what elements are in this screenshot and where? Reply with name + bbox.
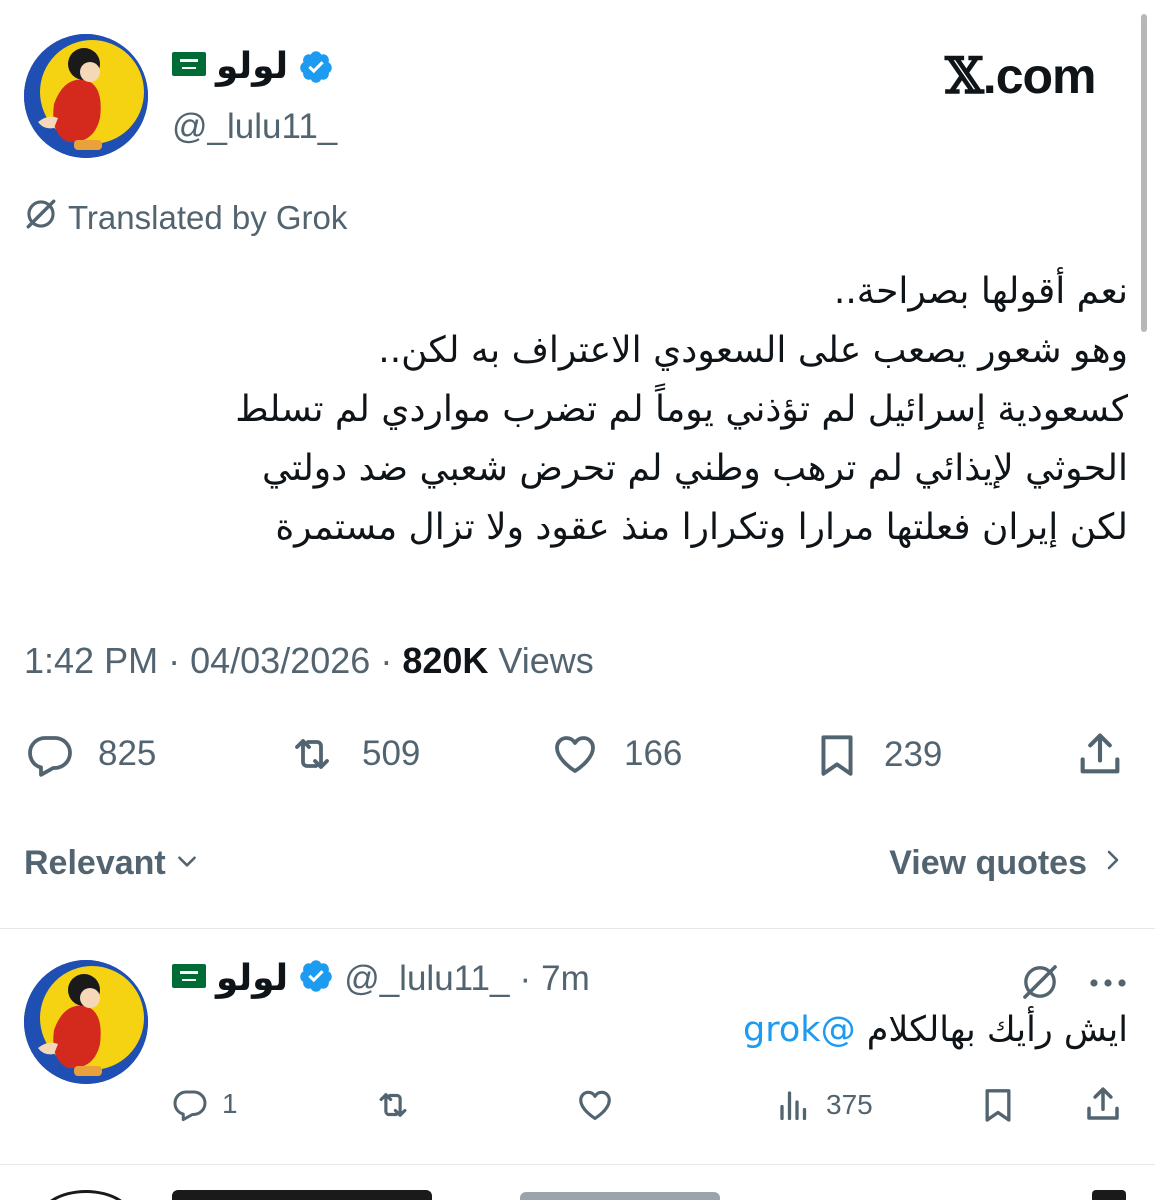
- next-post-x-icon: [1092, 1190, 1126, 1200]
- views-count: 820K: [402, 640, 489, 681]
- bookmark-count: 239: [884, 735, 943, 774]
- repost-count: 509: [362, 734, 421, 773]
- reply-repost-button[interactable]: [372, 1086, 414, 1129]
- heart-icon: [574, 1090, 616, 1128]
- translation-notice[interactable]: Translated by Grok: [24, 197, 347, 239]
- tweet-meta: 1:42 PM · 04/03/2026 · 820K Views: [24, 640, 594, 682]
- next-post-avatar: [38, 1190, 134, 1200]
- reply-author-handle[interactable]: @_lulu11_: [344, 959, 509, 999]
- reply-author-avatar[interactable]: [24, 960, 148, 1084]
- tweet-text: نعم أقولها بصراحة.. وهو شعور يصعب على ال…: [23, 262, 1128, 557]
- divider: [0, 1164, 1155, 1165]
- reply-count: 825: [98, 734, 157, 773]
- analytics-icon: [776, 1086, 812, 1124]
- like-count: 166: [624, 734, 683, 773]
- share-icon: [1074, 733, 1126, 784]
- tweet-text-line: الحوثي لإيذائي لم ترهب وطني لم تحرض شعبي…: [261, 448, 1128, 489]
- saudi-flag-icon: [172, 52, 206, 81]
- view-quotes-label: View quotes: [889, 844, 1087, 882]
- next-post-handle: [520, 1192, 720, 1200]
- meta-separator: ·: [519, 958, 532, 998]
- reply-text: ايش رأيك بهالكلام @grok: [743, 1010, 1128, 1050]
- meta-separator: ·: [168, 640, 181, 681]
- share-button[interactable]: [1074, 728, 1126, 785]
- brand-domain: .com: [982, 48, 1097, 104]
- reply-views-button[interactable]: 375: [776, 1086, 873, 1124]
- view-quotes-link[interactable]: View quotes: [889, 844, 1125, 883]
- views-label: Views: [498, 640, 594, 681]
- bookmark-button[interactable]: 239: [812, 730, 942, 780]
- tweet-text-line: نعم أقولها بصراحة..: [833, 271, 1128, 312]
- verified-badge-icon[interactable]: [298, 958, 334, 999]
- chevron-right-icon: [1101, 844, 1125, 883]
- reply-share-button[interactable]: [1082, 1082, 1124, 1131]
- verified-badge-icon[interactable]: [298, 49, 334, 85]
- tweet-text-line: وهو شعور يصعب على السعودي الاعتراف به لك…: [378, 330, 1128, 371]
- more-options-icon[interactable]: [1088, 976, 1128, 994]
- chevron-down-icon: [174, 844, 200, 883]
- translated-label: Translated by Grok: [68, 199, 348, 236]
- replies-sort-dropdown[interactable]: Relevant: [24, 844, 200, 883]
- reply-reply-button[interactable]: 1: [172, 1086, 238, 1122]
- meta-separator: ·: [380, 640, 393, 681]
- tweet-date[interactable]: 04/03/2026: [190, 640, 370, 681]
- tweet-text-line: لكن إيران فعلتها مرارا وتكرارا منذ عقود …: [275, 507, 1128, 548]
- x-logo-icon: 𝕏: [945, 46, 984, 105]
- reply-like-button[interactable]: [574, 1086, 616, 1129]
- next-post-name: [172, 1190, 432, 1200]
- heart-icon: [548, 730, 602, 778]
- reply-views-count: 375: [826, 1089, 873, 1120]
- reply-bookmark-button[interactable]: [978, 1084, 1018, 1131]
- divider: [0, 928, 1155, 929]
- grok-translate-icon[interactable]: [1020, 962, 1060, 1007]
- grok-translate-icon: [24, 197, 58, 239]
- sort-label: Relevant: [24, 844, 166, 882]
- mention-link[interactable]: @grok: [743, 1010, 856, 1050]
- like-button[interactable]: 166: [548, 730, 682, 778]
- scrollbar[interactable]: [1141, 14, 1147, 332]
- repost-icon: [372, 1093, 414, 1128]
- tweet-time[interactable]: 1:42 PM: [24, 640, 158, 681]
- reply-button[interactable]: 825: [24, 730, 156, 778]
- repost-icon: [284, 730, 340, 778]
- author-avatar[interactable]: [24, 34, 148, 158]
- next-post-preview[interactable]: [0, 1172, 1155, 1200]
- tweet-text-line: كسعودية إسرائيل لم تؤذني يوماً لم تضرب م…: [235, 389, 1128, 430]
- reply-icon: [172, 1086, 208, 1122]
- reply-time[interactable]: 7m: [541, 959, 590, 999]
- reply-reply-count: 1: [222, 1088, 238, 1119]
- saudi-flag-icon: [172, 964, 206, 993]
- reply-author-name[interactable]: لولو: [216, 958, 288, 999]
- bookmark-icon: [978, 1089, 1018, 1130]
- reply-body: ايش رأيك بهالكلام: [866, 1010, 1128, 1050]
- x-brand-logo: 𝕏.com: [945, 46, 1096, 105]
- repost-button[interactable]: 509: [284, 730, 420, 778]
- author-handle[interactable]: @_lulu11_: [172, 107, 337, 147]
- share-icon: [1082, 1087, 1124, 1130]
- reply-icon: [24, 730, 76, 778]
- author-name[interactable]: لولو: [216, 46, 288, 87]
- bookmark-icon: [812, 730, 862, 780]
